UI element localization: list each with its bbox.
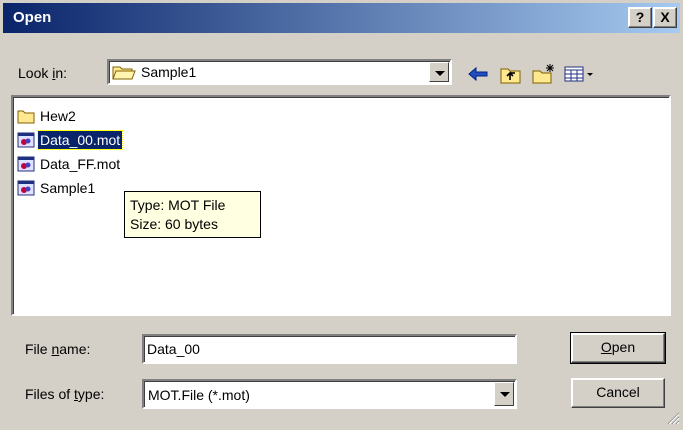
open-dialog: Open ? X Look in: Sample1 Hew2 Data_00.m… <box>0 0 683 428</box>
list-item-file[interactable]: Data_FF.mot <box>17 154 122 174</box>
file-list[interactable]: Hew2 Data_00.mot Data_FF.mot Sample1 Typ… <box>11 95 671 316</box>
file-name: Data_00.mot <box>36 130 124 150</box>
file-name: Data_FF.mot <box>40 156 121 172</box>
new-folder-icon[interactable] <box>531 62 557 86</box>
look-in-value: Sample1 <box>141 64 197 80</box>
close-button[interactable]: X <box>653 7 677 28</box>
tooltip-size: Size: 60 bytes <box>130 216 218 232</box>
back-icon[interactable] <box>466 62 492 86</box>
help-button[interactable]: ? <box>628 7 652 28</box>
folder-open-icon <box>112 63 136 86</box>
chevron-down-icon <box>500 392 510 397</box>
file-name: Hew2 <box>40 108 76 124</box>
file-type-label: Files of type: <box>25 386 105 402</box>
up-folder-icon[interactable] <box>498 62 524 86</box>
cancel-button[interactable]: Cancel <box>571 378 665 408</box>
look-in-dropdown-button[interactable] <box>429 62 449 82</box>
tooltip-type: Type: MOT File <box>130 197 226 213</box>
file-type-dropdown-button[interactable] <box>494 382 514 406</box>
file-icon <box>17 132 35 148</box>
file-info-tooltip: Type: MOT File Size: 60 bytes <box>124 191 261 238</box>
window-title: Open <box>13 9 52 26</box>
file-type-value: MOT.File (*.mot) <box>148 387 250 403</box>
folder-icon <box>17 108 35 124</box>
file-type-select[interactable]: MOT.File (*.mot) <box>142 379 517 409</box>
resize-grip-icon[interactable] <box>666 411 680 425</box>
look-in-label: Look in: <box>18 65 68 81</box>
chevron-down-icon <box>435 71 445 76</box>
list-item-file[interactable]: Sample1 <box>17 178 97 198</box>
title-bar[interactable]: Open ? X <box>3 3 680 33</box>
list-item-file-selected[interactable]: Data_00.mot <box>17 130 124 150</box>
view-menu-icon[interactable] <box>562 62 596 86</box>
file-icon <box>17 156 35 172</box>
list-item-folder[interactable]: Hew2 <box>17 106 78 126</box>
open-button[interactable]: Open <box>570 332 666 364</box>
file-icon <box>17 180 35 196</box>
look-in-combo[interactable]: Sample1 <box>107 59 452 85</box>
file-name-label: File name: <box>25 341 91 357</box>
file-name: Sample1 <box>40 180 96 196</box>
file-name-input[interactable]: Data_00 <box>142 334 517 364</box>
